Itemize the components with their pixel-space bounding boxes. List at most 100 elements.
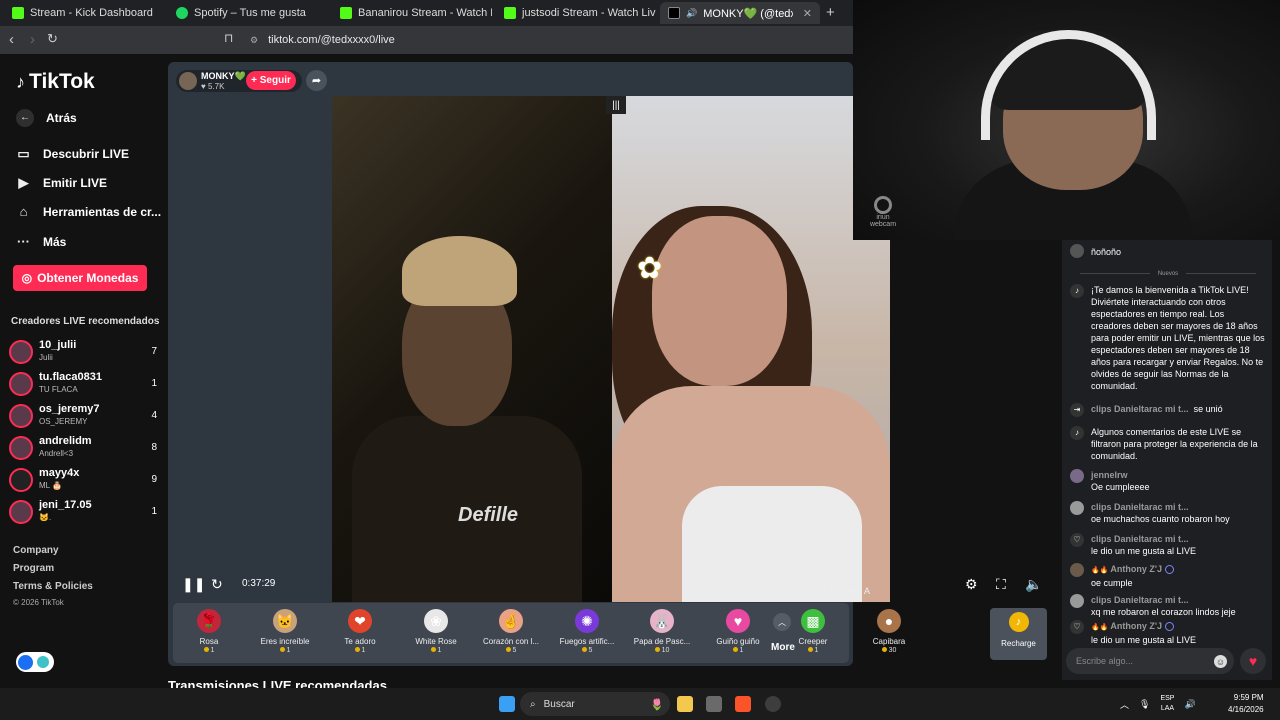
white-rose-icon: ❀ (424, 609, 448, 633)
gift-item[interactable]: ♥ Guiño guiño 1 (702, 609, 774, 661)
video-watermark: ARIANNA (812, 586, 874, 596)
chat-input[interactable]: Escribe algo... (1066, 648, 1234, 674)
microphone-icon[interactable]: 🎙 (1139, 699, 1150, 710)
avatar (1070, 501, 1084, 515)
creator-item[interactable]: mayy4x ML 🎂 9 (9, 466, 159, 494)
follow-button[interactable]: + Seguir (246, 71, 296, 90)
heart-gift-icon: ❤ (348, 609, 372, 633)
join-icon: ⇥ (1070, 403, 1084, 417)
rose-icon: 🌹 (197, 609, 221, 633)
footer-link-program[interactable]: Program (13, 563, 54, 574)
chat-message: ♪ ¡Te damos la bienvenida a TikTok LIVE! … (1070, 284, 1266, 392)
capybara-icon: ● (877, 609, 901, 633)
back-arrow-icon[interactable]: ‹ (9, 31, 14, 48)
audio-bars-icon: ||| (606, 96, 626, 114)
chevron-up-icon[interactable]: ︿ (1120, 698, 1129, 711)
pause-icon[interactable]: ❚❚ (182, 576, 205, 593)
sidebar-item-creator-tools[interactable]: ⌂ Herramientas de cr... (16, 204, 162, 219)
avatar (1070, 594, 1084, 608)
close-tab-icon[interactable]: ✕ (803, 7, 812, 20)
video-left[interactable]: Defille (332, 96, 612, 602)
sidebar-item-discover-live[interactable]: ▭ Descubrir LIVE (16, 146, 129, 162)
flower-icon: ✿ (637, 252, 663, 285)
like-heart-button[interactable]: ♥ (1240, 648, 1266, 674)
gift-item[interactable]: 🐱 Eres increíble 1 (249, 609, 321, 661)
fireworks-icon: ✺ (575, 609, 599, 633)
footer-link-terms[interactable]: Terms & Policies (13, 581, 93, 592)
tiktok-logo[interactable]: ♪ TikTok (16, 70, 95, 94)
volume-icon[interactable]: 🔊 (1184, 699, 1195, 710)
creator-item[interactable]: jeni_17.05 🐱. 1 (9, 498, 159, 526)
volume-icon[interactable]: 🔈 (1025, 576, 1042, 593)
language-indicator[interactable]: ESP LAA (1160, 694, 1174, 714)
creator-item[interactable]: tu.flaca0831 TU FLACA 1 (9, 370, 159, 398)
chat-message: ⇥ clips Danieltarac mi t... se unió (1070, 403, 1266, 417)
chat-message: 🔥🔥 Anthony Z'J oe cumple (1070, 563, 1266, 589)
share-icon[interactable]: ➦ (306, 70, 327, 91)
brave-icon[interactable] (735, 696, 751, 712)
gift-item[interactable]: ❀ White Rose 1 (400, 609, 472, 661)
clock[interactable]: 9:59 PM 4/16/2026 (1228, 692, 1264, 716)
tiktok-icon: ♪ (1070, 284, 1084, 298)
sidebar-item-go-live[interactable]: ▶ Emitir LIVE (16, 175, 108, 191)
url-field[interactable]: ⚙ tiktok.com/@tedxxxx0/live (244, 30, 844, 50)
tab-tiktok-live[interactable]: 🔊MONKY💚 (@tedxxxx0) está✕ (660, 2, 820, 24)
tab-kick-dashboard[interactable]: Stream - Kick Dashboard (4, 2, 164, 24)
copyright: © 2026 TikTok (13, 598, 64, 607)
recharge-button[interactable]: ♪ Recharge (990, 608, 1047, 660)
folder-icon[interactable] (677, 696, 693, 712)
avatar (1070, 563, 1084, 577)
toggle-dot-icon (37, 656, 49, 668)
kick-icon (340, 7, 352, 19)
settings-icon[interactable]: ⚙ (965, 576, 978, 593)
tab-bananirou[interactable]: Bananirou Stream - Watch Live on Ki (332, 2, 492, 24)
gift-item[interactable]: ❤ Te adoro 1 (324, 609, 396, 661)
chevron-up-icon[interactable]: ︿ (773, 613, 791, 631)
avatar (9, 500, 33, 524)
webcam-icon (874, 196, 892, 214)
refresh-icon[interactable]: ↻ (211, 576, 223, 593)
reload-icon[interactable]: ↻ (47, 31, 58, 47)
creator-item[interactable]: andrelidm Andrell<3 8 (9, 434, 159, 462)
store-icon[interactable] (706, 696, 722, 712)
get-coins-button[interactable]: ◎ Obtener Monedas (13, 265, 147, 291)
video-right[interactable]: ✿ ARIANNA (612, 96, 890, 602)
fullscreen-icon[interactable]: ⛶ (996, 576, 1006, 593)
creator-item[interactable]: 10_julii Julii 7 (9, 338, 159, 366)
site-info-icon[interactable]: ⚙ (250, 35, 258, 46)
gift-item[interactable]: 🌹 Rosa 1 (173, 609, 245, 661)
tab-justsodi[interactable]: justsodi Stream - Watch Live on Kick (496, 2, 656, 24)
avatar (9, 340, 33, 364)
stream-timer: 0:37:29 (242, 578, 276, 589)
creeper-icon: ▩ (801, 609, 825, 633)
system-tray: ︿ 🎙 ESP LAA 🔊 (1120, 694, 1196, 714)
more-gifts-button[interactable]: More (771, 642, 795, 653)
toggle-knob-icon (18, 654, 33, 670)
gift-item[interactable]: ● Capibara 30 (853, 609, 925, 661)
heart-outline-icon: ♡ (1070, 620, 1084, 634)
forward-arrow-icon[interactable]: › (30, 31, 35, 48)
new-tab-button[interactable]: + (826, 4, 835, 21)
tv-icon: ▭ (17, 146, 30, 161)
tab-spotify[interactable]: Spotify – Tus me gusta (168, 2, 328, 24)
bookmark-icon[interactable]: ⊓ (224, 31, 233, 45)
heart-icon: ♥ (201, 82, 208, 91)
sidebar-item-more[interactable]: ··· Más (16, 234, 66, 249)
start-icon[interactable] (499, 696, 515, 712)
app-icon[interactable] (765, 696, 781, 712)
taskbar-search[interactable]: ⌕ Buscar 🌷 (520, 692, 670, 716)
avatar (179, 72, 197, 90)
video-figure (682, 486, 862, 602)
cat-icon: 🐱 (273, 609, 297, 633)
gift-item[interactable]: 🤞 Corazón con l... 5 (475, 609, 547, 661)
heart-outline-icon: ♡ (1070, 533, 1084, 547)
back-link[interactable]: ← Atrás (16, 109, 77, 127)
extension-toggle[interactable] (16, 652, 54, 672)
footer-link-company[interactable]: Company (13, 545, 59, 556)
gift-item[interactable]: ✺ Fuegos artific... 5 (551, 609, 623, 661)
windows-taskbar: ⌕ Buscar 🌷 ︿ 🎙 ESP LAA 🔊 9:59 PM 4/16/2026 (0, 688, 1280, 720)
emoji-icon[interactable]: ☺ (1214, 655, 1227, 668)
gift-item[interactable]: 🐰 Papa de Pasc... 10 (626, 609, 698, 661)
house-icon: ⌂ (19, 204, 28, 219)
creator-item[interactable]: os_jeremy7 OS_JEREMY 4 (9, 402, 159, 430)
